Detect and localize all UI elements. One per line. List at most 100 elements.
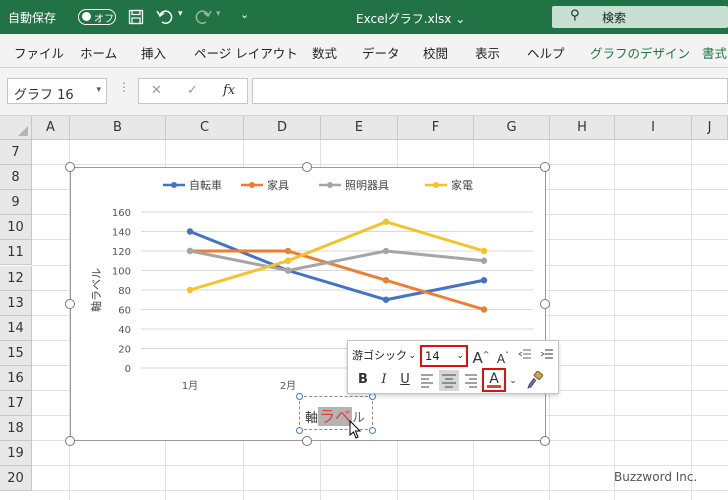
row-header[interactable]: 10 xyxy=(0,215,32,241)
legend-label: 自転車 xyxy=(189,178,222,192)
y-tick-label: 0 xyxy=(125,364,131,375)
legend-label: 家電 xyxy=(451,178,473,192)
data-point xyxy=(186,247,194,255)
legend-marker xyxy=(327,182,333,188)
column-header[interactable]: G xyxy=(474,116,550,140)
tab-formulas[interactable]: 数式 xyxy=(312,43,337,62)
grow-font-button[interactable]: A^ xyxy=(472,344,490,367)
customize-toolbar-icon[interactable]: ⌄ xyxy=(240,8,249,21)
chart-resize-handle[interactable] xyxy=(540,299,550,309)
column-header[interactable]: J xyxy=(692,116,728,140)
row-header[interactable]: 16 xyxy=(0,365,32,391)
search-icon: ⚲ xyxy=(570,8,580,23)
decrease-indent-icon[interactable] xyxy=(518,348,532,362)
format-painter-icon[interactable] xyxy=(526,371,544,389)
save-icon[interactable] xyxy=(128,9,144,25)
row-header[interactable]: 11 xyxy=(0,240,32,266)
axis-title-handle[interactable] xyxy=(296,393,303,400)
row-header[interactable]: 9 xyxy=(0,190,32,216)
font-color-button[interactable]: A xyxy=(482,368,506,392)
search-box[interactable]: ⚲ 検索 xyxy=(552,6,728,28)
chart-resize-handle[interactable] xyxy=(540,162,550,172)
font-color-dropdown-icon[interactable]: ⌄ xyxy=(508,370,518,392)
align-left-icon[interactable] xyxy=(419,372,435,388)
chart-resize-handle[interactable] xyxy=(65,162,75,172)
underline-button[interactable]: U xyxy=(396,369,414,391)
y-tick-label: 140 xyxy=(112,228,131,239)
y-tick-label: 80 xyxy=(118,286,131,297)
cancel-icon[interactable]: ✕ xyxy=(151,83,162,98)
data-point xyxy=(480,247,488,255)
column-header[interactable]: I xyxy=(615,116,692,140)
font-size-select[interactable]: 14 ⌄ xyxy=(420,345,468,367)
chart-resize-handle[interactable] xyxy=(540,436,550,446)
row-header[interactable]: 20 xyxy=(0,466,32,492)
data-point xyxy=(284,267,292,274)
data-point xyxy=(186,228,194,235)
redo-dropdown-icon[interactable]: ▾ xyxy=(216,9,221,19)
align-center-icon[interactable] xyxy=(439,370,459,391)
grid-row-line xyxy=(32,164,728,166)
chart-resize-handle[interactable] xyxy=(302,162,312,172)
legend-label: 家具 xyxy=(267,178,289,192)
undo-dropdown-icon[interactable]: ▾ xyxy=(178,9,183,19)
tab-file[interactable]: ファイル xyxy=(14,43,64,62)
insert-function-icon[interactable]: fx xyxy=(223,83,235,98)
italic-button[interactable]: I xyxy=(375,369,393,391)
shrink-font-button[interactable]: Aˇ xyxy=(494,345,512,367)
row-header[interactable]: 12 xyxy=(0,265,32,291)
redo-icon[interactable] xyxy=(194,9,212,25)
name-box[interactable]: グラフ 16 ▾ xyxy=(7,78,107,104)
font-name-value: 游ゴシック xyxy=(352,349,407,362)
axis-title-handle[interactable] xyxy=(296,427,303,434)
y-tick-label: 160 xyxy=(112,208,131,219)
bold-button[interactable]: B xyxy=(354,369,372,391)
column-header[interactable]: A xyxy=(32,116,70,140)
row-header[interactable]: 13 xyxy=(0,290,32,316)
column-header[interactable]: H xyxy=(550,116,615,140)
row-header[interactable]: 8 xyxy=(0,165,32,191)
row-header[interactable]: 18 xyxy=(0,416,32,442)
file-name[interactable]: Excelグラフ.xlsx ⌄ xyxy=(356,10,465,27)
tab-insert[interactable]: 挿入 xyxy=(141,43,166,62)
axis-title-handle[interactable] xyxy=(369,393,376,400)
data-point xyxy=(480,306,488,313)
column-header[interactable]: E xyxy=(321,116,398,140)
row-header[interactable]: 7 xyxy=(0,140,32,166)
undo-icon[interactable] xyxy=(156,9,174,25)
row-header[interactable]: 15 xyxy=(0,340,32,366)
font-name-select[interactable]: 游ゴシック ⌄ xyxy=(352,346,418,366)
enter-icon[interactable]: ✓ xyxy=(187,83,198,98)
column-header[interactable]: D xyxy=(244,116,321,140)
tab-review[interactable]: 校閲 xyxy=(423,43,448,62)
grid-column-line xyxy=(549,140,550,500)
tab-chart-design[interactable]: グラフのデザイン xyxy=(590,43,690,62)
tab-data[interactable]: データ xyxy=(362,43,400,62)
chart-resize-handle[interactable] xyxy=(65,299,75,309)
data-point xyxy=(480,257,488,264)
axis-title-handle[interactable] xyxy=(369,427,376,434)
grow-font-icon: A xyxy=(472,349,483,367)
formula-input[interactable] xyxy=(252,78,728,104)
column-header[interactable]: F xyxy=(398,116,474,140)
increase-indent-icon[interactable] xyxy=(540,348,554,362)
column-header[interactable]: B xyxy=(70,116,166,140)
column-header[interactable]: C xyxy=(166,116,244,140)
row-header[interactable]: 19 xyxy=(0,441,32,467)
select-all-corner[interactable] xyxy=(0,116,32,140)
tab-format[interactable]: 書式 xyxy=(702,43,727,62)
row-header[interactable]: 14 xyxy=(0,315,32,341)
name-box-dropdown-icon[interactable]: ▾ xyxy=(96,85,101,95)
toggle-text: オフ xyxy=(94,14,114,25)
font-size-value: 14 xyxy=(425,349,440,363)
tab-page-layout[interactable]: ページ レイアウト xyxy=(194,43,298,62)
tab-home[interactable]: ホーム xyxy=(80,43,117,62)
align-right-icon[interactable] xyxy=(463,372,479,388)
autosave-toggle[interactable]: オフ xyxy=(78,9,116,25)
row-header[interactable]: 17 xyxy=(0,391,32,417)
tab-help[interactable]: ヘルプ xyxy=(527,43,565,62)
grid-column-line xyxy=(691,140,692,500)
chart-resize-handle[interactable] xyxy=(65,436,75,446)
chart-resize-handle[interactable] xyxy=(302,436,312,446)
tab-view[interactable]: 表示 xyxy=(475,43,500,62)
